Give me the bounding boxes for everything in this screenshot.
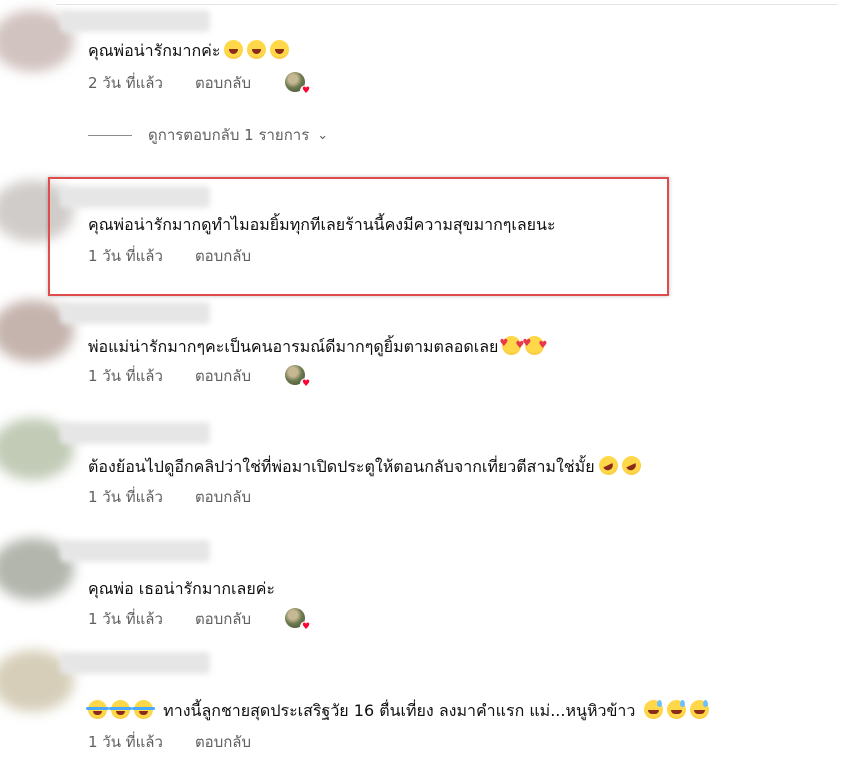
comment-item: พ่อแม่น่ารักมากๆคะเป็นคนอารมณ์ดีมากๆดูยิ…	[0, 300, 844, 400]
commenter-name-blurred[interactable]	[60, 652, 210, 674]
laughing-emoji-icon	[224, 40, 244, 59]
comment-meta: 1 วัน ที่แล้ว ตอบกลับ ♥	[88, 365, 313, 390]
comment-meta: 1 วัน ที่แล้ว ตอบกลับ	[88, 245, 251, 267]
comment-item: คุณพ่อ เธอน่ารักมากเลยค่ะ 1 วัน ที่แล้ว …	[0, 538, 844, 638]
comment-text: ทางนี้ลูกชายสุดประเสริฐวัย 16 ตื่นเที่ยง…	[86, 700, 710, 722]
comment-time: 2 วัน ที่แล้ว	[88, 74, 163, 92]
rolling-laughing-emoji-icon	[618, 452, 644, 479]
comment-time: 1 วัน ที่แล้ว	[88, 733, 163, 751]
reply-button[interactable]: ตอบกลับ	[195, 245, 251, 267]
comment-time: 1 วัน ที่แล้ว	[88, 488, 163, 506]
creator-heart: ♥	[285, 608, 313, 633]
divider	[56, 4, 838, 5]
commenter-name-blurred[interactable]	[60, 10, 210, 32]
comment-meta: 1 วัน ที่แล้ว ตอบกลับ	[88, 731, 251, 753]
comment-time: 1 วัน ที่แล้ว	[88, 367, 163, 385]
comment-text: คุณพ่อ เธอน่ารักมากเลยค่ะ	[88, 579, 275, 598]
comment-text: ต้องย้อนไปดูอีกคลิปว่าใช่ที่พ่อมาเปิดประ…	[88, 452, 644, 479]
creator-heart: ♥	[285, 365, 313, 390]
replies-divider	[88, 134, 132, 136]
commenter-name-blurred[interactable]	[60, 302, 210, 324]
chevron-down-icon: ⌄	[317, 127, 329, 143]
heart-icon: ♥	[300, 378, 313, 390]
rolling-laughing-emoji-icon	[595, 452, 621, 479]
tears-of-joy-emoji-icon	[132, 700, 155, 719]
comment-time: 1 วัน ที่แล้ว	[88, 247, 163, 265]
heart-icon: ♥	[300, 85, 313, 97]
comment-meta: 2 วัน ที่แล้ว ตอบกลับ ♥	[88, 72, 313, 97]
comment-item: คุณพ่อน่ารักมากดูทำไมอมยิ้มทุกทีเลยร้านน…	[0, 180, 844, 280]
tears-of-joy-emoji-icon	[86, 700, 109, 719]
grinning-sweat-emoji-icon	[690, 700, 710, 719]
reply-button[interactable]: ตอบกลับ	[195, 365, 251, 387]
heart-icon: ♥	[300, 621, 313, 633]
comment-item: คุณพ่อน่ารักมากค่ะ 2 วัน ที่แล้ว ตอบกลับ…	[0, 10, 844, 110]
comment-text: พ่อแม่น่ารักมากๆคะเป็นคนอารมณ์ดีมากๆดูยิ…	[88, 333, 547, 358]
comment-item: ต้องย้อนไปดูอีกคลิปว่าใช่ที่พ่อมาเปิดประ…	[0, 418, 844, 518]
comment-meta: 1 วัน ที่แล้ว ตอบกลับ ♥	[88, 608, 313, 633]
comment-time: 1 วัน ที่แล้ว	[88, 610, 163, 628]
smiling-face-with-hearts-icon	[499, 333, 524, 357]
commenter-name-blurred[interactable]	[60, 186, 210, 208]
comment-text: คุณพ่อน่ารักมากค่ะ	[88, 40, 290, 62]
grinning-sweat-emoji-icon	[667, 700, 687, 719]
smiling-face-with-hearts-icon	[522, 333, 547, 357]
tears-of-joy-emoji-icon	[109, 700, 132, 719]
laughing-emoji-icon	[247, 40, 267, 59]
laughing-emoji-icon	[270, 40, 290, 59]
comment-item: ทางนี้ลูกชายสุดประเสริฐวัย 16 ตื่นเที่ยง…	[0, 650, 844, 753]
commenter-name-blurred[interactable]	[60, 422, 210, 444]
creator-heart: ♥	[285, 72, 313, 97]
comment-meta: 1 วัน ที่แล้ว ตอบกลับ	[88, 486, 251, 508]
reply-button[interactable]: ตอบกลับ	[195, 608, 251, 630]
view-replies-button[interactable]: ดูการตอบกลับ 1 รายการ ⌄	[88, 123, 328, 147]
view-replies-label: ดูการตอบกลับ 1 รายการ	[148, 126, 310, 144]
reply-button[interactable]: ตอบกลับ	[195, 486, 251, 508]
grinning-sweat-emoji-icon	[644, 700, 664, 719]
comment-text: คุณพ่อน่ารักมากดูทำไมอมยิ้มทุกทีเลยร้านน…	[88, 215, 556, 234]
reply-button[interactable]: ตอบกลับ	[195, 72, 251, 94]
reply-button[interactable]: ตอบกลับ	[195, 731, 251, 753]
commenter-name-blurred[interactable]	[60, 540, 210, 562]
